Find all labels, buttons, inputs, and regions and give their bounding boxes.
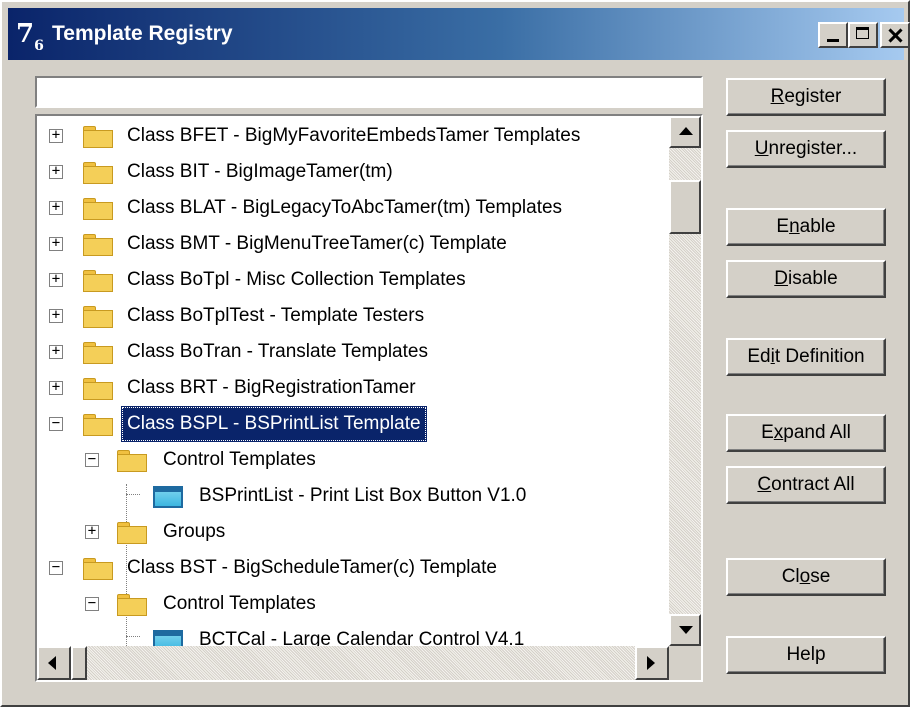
tree-node-label: BSPrintList - Print List Box Button V1.0	[199, 485, 527, 506]
tree-node-selected[interactable]: − Class BSPL - BSPrintList Template	[37, 406, 669, 442]
folder-icon	[83, 378, 113, 400]
tree-node[interactable]: + Class BLAT - BigLegacyToAbcTamer(tm) T…	[37, 190, 669, 226]
tree-node-label: Control Templates	[163, 593, 316, 614]
expand-icon[interactable]: +	[49, 164, 63, 179]
tree-node-label: Class BSPL - BSPrintList Template	[121, 406, 427, 442]
minimize-icon[interactable]	[818, 22, 848, 48]
folder-icon	[83, 306, 113, 328]
tree-node[interactable]: + Class BoTpl - Misc Collection Template…	[37, 262, 669, 298]
template-registry-window: 76 Template Registry + Class BFET - BigM…	[0, 0, 910, 707]
tree-node[interactable]: − Control Templates	[37, 442, 669, 478]
title-bar[interactable]: 76 Template Registry	[8, 8, 910, 60]
disable-button[interactable]: Disable	[726, 260, 886, 298]
collapse-icon[interactable]: −	[85, 452, 99, 467]
tree-node-label: Class BoTran - Translate Templates	[127, 341, 428, 362]
register-button[interactable]: Register	[726, 78, 886, 116]
expand-icon[interactable]: +	[49, 344, 63, 359]
tree-node[interactable]: − Control Templates	[37, 586, 669, 622]
folder-icon	[83, 162, 113, 184]
tree-node-label: Class BMT - BigMenuTreeTamer(c) Template	[127, 233, 507, 254]
arrow-right-icon	[647, 656, 655, 670]
folder-open-icon	[83, 414, 113, 436]
folder-icon	[83, 198, 113, 220]
help-button[interactable]: Help	[726, 636, 886, 674]
tree-node[interactable]: + Class BRT - BigRegistrationTamer	[37, 370, 669, 406]
expand-icon[interactable]: +	[49, 200, 63, 215]
tree-node-label: Class BoTpl - Misc Collection Templates	[127, 269, 466, 290]
expand-icon[interactable]: +	[49, 236, 63, 251]
tree-rows: + Class BFET - BigMyFavoriteEmbedsTamer …	[37, 116, 669, 652]
folder-icon	[83, 234, 113, 256]
tree-node[interactable]: − Class BST - BigScheduleTamer(c) Templa…	[37, 550, 669, 586]
folder-icon	[83, 342, 113, 364]
tree-node-label: Class BIT - BigImageTamer(tm)	[127, 161, 393, 182]
scrollbar-corner	[669, 646, 701, 680]
collapse-icon[interactable]: −	[49, 416, 63, 431]
arrow-down-icon	[679, 626, 693, 634]
tree-node[interactable]: + Class BFET - BigMyFavoriteEmbedsTamer …	[37, 118, 669, 154]
close-icon[interactable]	[880, 22, 910, 48]
tree-node[interactable]: + Class BoTplTest - Template Testers	[37, 298, 669, 334]
expand-icon[interactable]: +	[49, 272, 63, 287]
scroll-right-button[interactable]	[635, 646, 669, 680]
expand-icon[interactable]: +	[49, 380, 63, 395]
scroll-down-button[interactable]	[669, 614, 701, 646]
scroll-up-button[interactable]	[669, 116, 701, 148]
tree-node-label: Class BoTplTest - Template Testers	[127, 305, 425, 326]
tree-node[interactable]: + Groups	[37, 514, 669, 550]
window-title: Template Registry	[52, 22, 233, 45]
collapse-icon[interactable]: −	[85, 596, 99, 611]
horizontal-scroll-thumb[interactable]	[71, 646, 87, 680]
expand-all-button[interactable]: Expand All	[726, 414, 886, 452]
tree-node[interactable]: + Class BMT - BigMenuTreeTamer(c) Templa…	[37, 226, 669, 262]
expand-icon[interactable]: +	[85, 524, 99, 539]
vertical-scroll-thumb[interactable]	[669, 180, 701, 234]
tree-node[interactable]: + Class BIT - BigImageTamer(tm)	[37, 154, 669, 190]
tree-node-label: Class BST - BigScheduleTamer(c) Template	[127, 557, 497, 578]
template-registry-app-icon[interactable]: 76	[16, 20, 46, 54]
maximize-icon[interactable]	[848, 22, 878, 48]
filter-input[interactable]	[35, 76, 703, 108]
contract-all-button[interactable]: Contract All	[726, 466, 886, 504]
arrow-up-icon	[679, 127, 693, 135]
expand-icon[interactable]: +	[49, 128, 63, 143]
folder-open-icon	[117, 594, 147, 616]
edit-definition-button[interactable]: Edit Definition	[726, 338, 886, 376]
tree-node-label: Class BLAT - BigLegacyToAbcTamer(tm) Tem…	[127, 197, 563, 218]
collapse-icon[interactable]: −	[49, 560, 63, 575]
enable-button[interactable]: Enable	[726, 208, 886, 246]
folder-open-icon	[117, 450, 147, 472]
control-template-icon	[153, 486, 183, 508]
template-tree[interactable]: + Class BFET - BigMyFavoriteEmbedsTamer …	[35, 114, 703, 682]
expand-icon[interactable]: +	[49, 308, 63, 323]
unregister-button[interactable]: Unregister...	[726, 130, 886, 168]
tree-node[interactable]: + Class BoTran - Translate Templates	[37, 334, 669, 370]
tree-node-label: Control Templates	[163, 449, 316, 470]
tree-node-label: Class BRT - BigRegistrationTamer	[127, 377, 416, 398]
folder-icon	[117, 522, 147, 544]
close-button[interactable]: Close	[726, 558, 886, 596]
tree-node-label: Groups	[163, 521, 226, 542]
scroll-left-button[interactable]	[37, 646, 71, 680]
folder-icon	[83, 126, 113, 148]
folder-icon	[83, 270, 113, 292]
horizontal-scrollbar[interactable]	[37, 646, 669, 680]
arrow-left-icon	[48, 656, 56, 670]
tree-node-label: Class BFET - BigMyFavoriteEmbedsTamer Te…	[127, 125, 581, 146]
folder-open-icon	[83, 558, 113, 580]
tree-node[interactable]: BSPrintList - Print List Box Button V1.0	[37, 478, 669, 514]
vertical-scrollbar[interactable]	[669, 116, 701, 646]
